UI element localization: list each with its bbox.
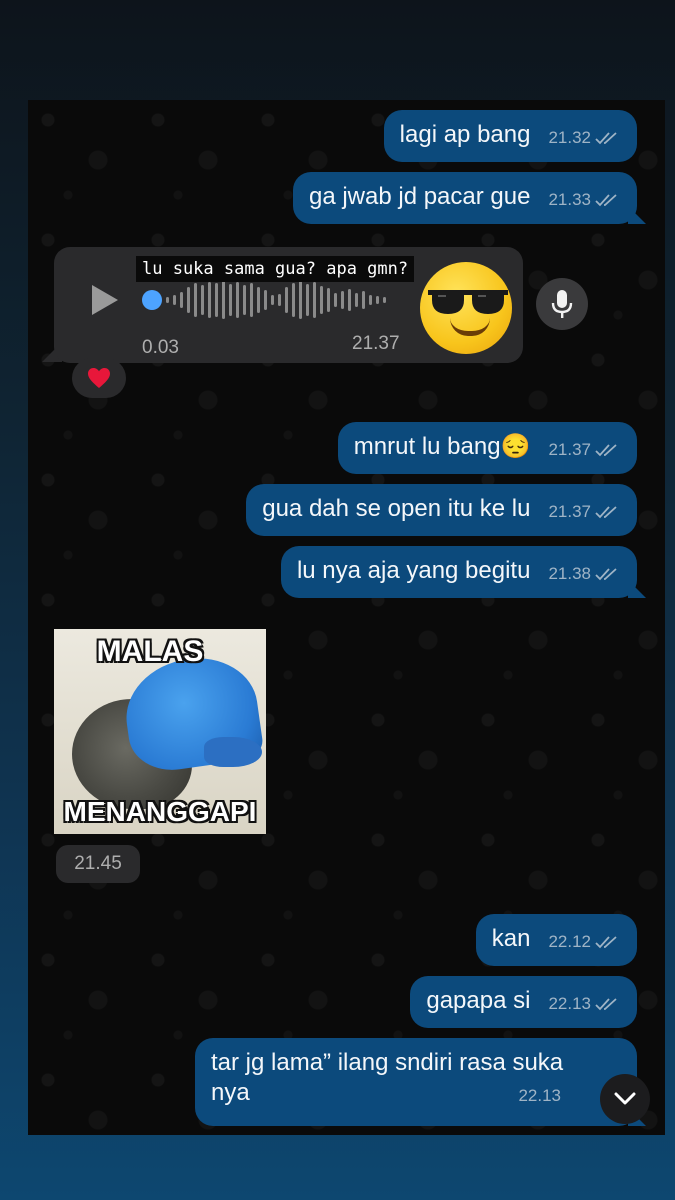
double-check-icon [595, 132, 617, 145]
message-text: kan [491, 925, 531, 952]
scroll-to-bottom-button[interactable] [600, 1074, 650, 1124]
double-check-icon [595, 998, 617, 1011]
microphone-button[interactable] [536, 278, 588, 330]
voice-caption: lu suka sama gua? apa gmn? [136, 256, 415, 282]
audio-waveform[interactable] [166, 280, 386, 320]
message-text: lagi ap bang [399, 121, 531, 148]
play-icon[interactable] [92, 285, 118, 315]
message-time: 21.38 [548, 564, 591, 583]
sunglasses-emoji-icon [420, 262, 512, 354]
message-time: 22.13 [548, 994, 591, 1013]
message-bubble-outgoing[interactable]: mnrut lu bang😔 21.37 [337, 422, 637, 474]
sunglasses-icon [428, 290, 508, 314]
message-text-line2: nya [211, 1079, 250, 1106]
double-check-icon [595, 936, 617, 949]
sticker-top-text: MALAS [96, 635, 204, 668]
double-check-icon [595, 568, 617, 581]
playback-scrubber[interactable] [142, 290, 162, 310]
reaction-badge[interactable] [72, 358, 126, 398]
message-bubble-outgoing[interactable]: lagi ap bang 21.32 [383, 110, 637, 162]
message-bubble-outgoing[interactable]: ga jwab jd pacar gue 21.33 [292, 172, 637, 224]
sticker-bottom-text: MENANGGAPI [63, 796, 257, 827]
message-time: 22.12 [548, 932, 591, 951]
message-time: 21.37 [352, 333, 400, 354]
message-bubble-outgoing[interactable]: gua dah se open itu ke lu 21.37 [246, 484, 637, 536]
message-time: 22.13 [518, 1086, 561, 1105]
message-text: lu nya aja yang begitu [296, 557, 531, 584]
message-text: ga jwab jd pacar gue [308, 183, 531, 210]
microphone-icon [551, 290, 573, 318]
sticker-image[interactable]: MALAS MENANGGAPI [54, 629, 266, 834]
message-time: 21.32 [548, 128, 591, 147]
message-bubble-outgoing[interactable]: tar jg lama” ilang sndiri rasa suka nya … [195, 1038, 637, 1126]
double-check-icon [595, 506, 617, 519]
message-text-line1: tar jg lama” ilang sndiri rasa suka [211, 1049, 564, 1076]
message-text: mnrut lu bang [353, 433, 501, 460]
chat-background: lagi ap bang 21.32 ga jwab jd pacar gue … [28, 100, 665, 1135]
red-heart-icon [88, 368, 110, 388]
pensive-face-emoji: 😔 [500, 433, 531, 460]
message-time: 21.45 [56, 845, 140, 883]
message-bubble-outgoing[interactable]: lu nya aja yang begitu 21.38 [280, 546, 637, 598]
message-time: 21.33 [548, 190, 591, 209]
message-time: 21.37 [548, 502, 591, 521]
chevron-down-icon [614, 1092, 636, 1105]
double-check-icon [595, 444, 617, 457]
message-bubble-outgoing[interactable]: gapapa si 22.13 [410, 976, 637, 1028]
message-bubble-outgoing[interactable]: kan 22.12 [475, 914, 637, 966]
message-time: 21.37 [548, 440, 591, 459]
message-text: gapapa si [426, 987, 531, 1014]
double-check-icon [595, 194, 617, 207]
message-text: gua dah se open itu ke lu [262, 495, 531, 522]
voice-duration: 0.03 [142, 337, 179, 358]
